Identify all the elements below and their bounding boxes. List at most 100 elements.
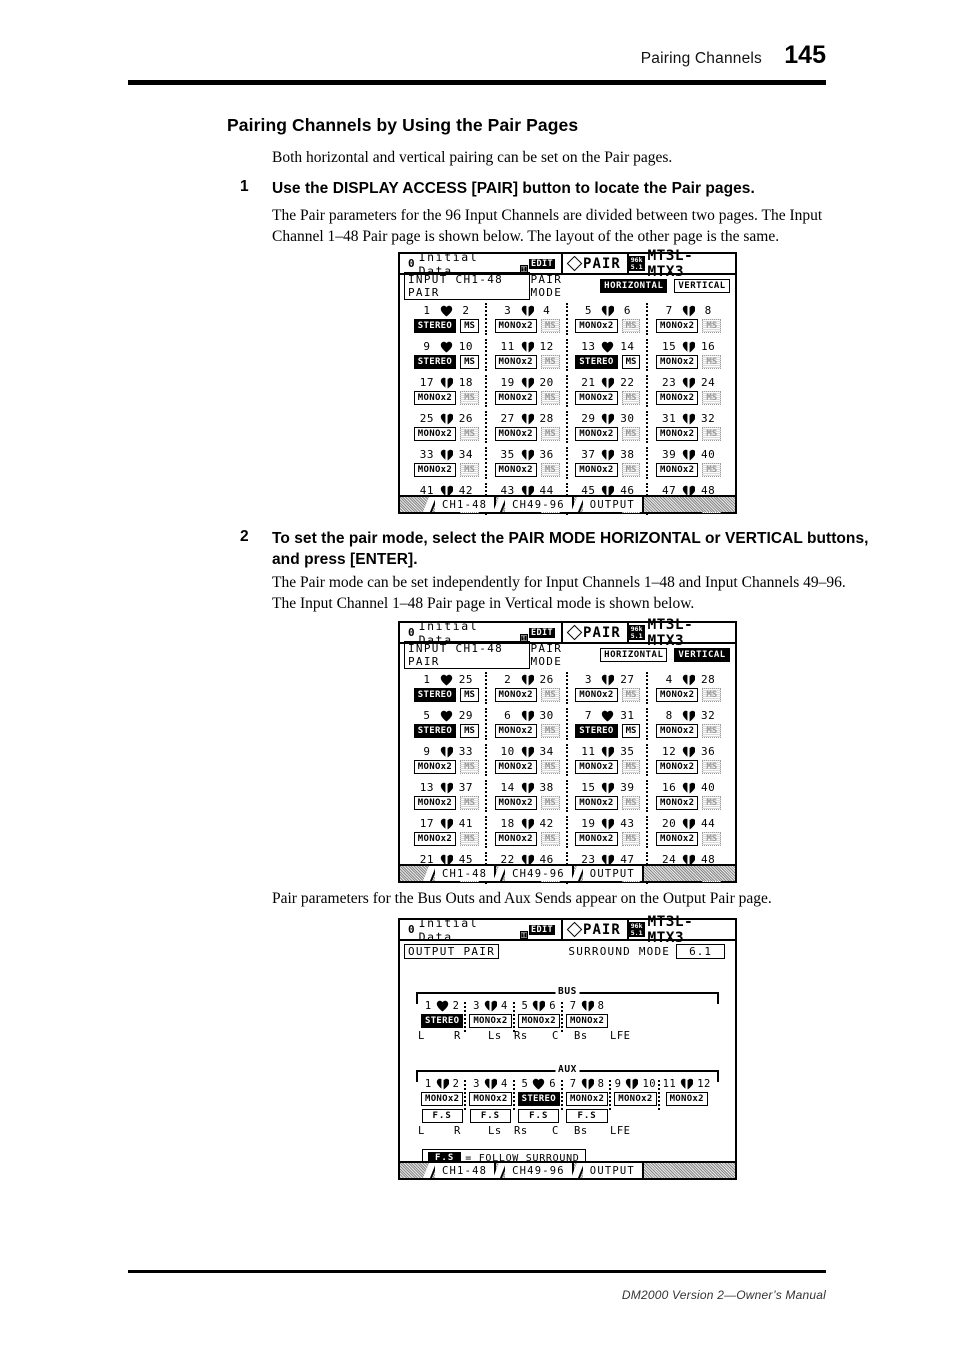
pair-mode-button[interactable]: STEREO: [413, 319, 457, 333]
ms-button[interactable]: MS: [702, 724, 722, 738]
ms-button[interactable]: MS: [621, 760, 641, 774]
ms-button[interactable]: MS: [621, 724, 641, 738]
output-pair-mode-button[interactable]: MONOx2: [565, 1014, 609, 1028]
ms-button[interactable]: MS: [460, 796, 479, 810]
pair-mode-button[interactable]: MONOx2: [575, 319, 618, 333]
ms-button[interactable]: MS: [702, 391, 722, 405]
tab-ch1-48[interactable]: CH1-48: [435, 866, 497, 881]
ms-button[interactable]: MS: [540, 760, 560, 774]
pair-mode-button[interactable]: MONOx2: [575, 427, 618, 441]
ms-button[interactable]: MS: [540, 427, 560, 441]
follow-surround-button[interactable]: F.S: [566, 1109, 608, 1123]
ms-button[interactable]: MS: [460, 355, 479, 369]
output-pair-mode-button[interactable]: MONOx2: [517, 1014, 560, 1028]
output-pair-mode-button[interactable]: MONOx2: [565, 1092, 609, 1106]
ms-button[interactable]: MS: [540, 724, 560, 738]
pair-mode-button[interactable]: MONOx2: [494, 724, 537, 738]
output-pair-mode-button[interactable]: STEREO: [421, 1014, 464, 1028]
ms-button[interactable]: MS: [540, 391, 560, 405]
pair-mode-horizontal-button[interactable]: HORIZONTAL: [600, 647, 668, 662]
pair-mode-button[interactable]: MONOx2: [413, 832, 457, 846]
ms-button[interactable]: MS: [702, 355, 722, 369]
ms-button[interactable]: MS: [702, 688, 722, 702]
pair-mode-button[interactable]: MONOx2: [656, 688, 699, 702]
output-pair-mode-button[interactable]: MONOx2: [614, 1092, 657, 1106]
ms-button[interactable]: MS: [621, 688, 641, 702]
pair-mode-button[interactable]: STEREO: [575, 724, 618, 738]
output-pair-mode-button[interactable]: MONOx2: [421, 1092, 464, 1106]
ms-button[interactable]: MS: [540, 796, 560, 810]
output-pair-mode-button[interactable]: STEREO: [517, 1092, 560, 1106]
ms-button[interactable]: MS: [460, 391, 479, 405]
pair-mode-button[interactable]: MONOx2: [494, 463, 537, 477]
pair-mode-button[interactable]: MONOx2: [575, 796, 618, 810]
ms-button[interactable]: MS: [460, 760, 479, 774]
ms-button[interactable]: MS: [702, 832, 722, 846]
pair-mode-button[interactable]: STEREO: [575, 355, 618, 369]
surround-mode-value[interactable]: 6.1: [676, 944, 725, 959]
ms-button[interactable]: MS: [621, 427, 641, 441]
scene-area[interactable]: 0 Initial Data ⚿ EDIT: [400, 916, 561, 944]
ms-button[interactable]: MS: [460, 832, 479, 846]
ms-button[interactable]: MS: [702, 463, 722, 477]
ms-button[interactable]: MS: [460, 688, 479, 702]
pair-mode-button[interactable]: MONOx2: [575, 463, 618, 477]
ms-button[interactable]: MS: [460, 724, 479, 738]
pair-mode-button[interactable]: MONOx2: [656, 796, 699, 810]
pair-mode-vertical-button[interactable]: VERTICAL: [674, 278, 730, 293]
tab-ch49-96[interactable]: CH49-96: [505, 497, 574, 512]
ms-button[interactable]: MS: [540, 832, 560, 846]
pair-mode-button[interactable]: MONOx2: [494, 832, 537, 846]
pair-mode-horizontal-button[interactable]: HORIZONTAL: [600, 278, 668, 293]
pair-mode-button[interactable]: MONOx2: [656, 355, 699, 369]
pair-mode-button[interactable]: MONOx2: [575, 760, 618, 774]
pair-mode-button[interactable]: STEREO: [413, 355, 457, 369]
ms-button[interactable]: MS: [540, 463, 560, 477]
tab-output[interactable]: OUTPUT: [582, 1163, 644, 1178]
pair-mode-button[interactable]: STEREO: [413, 724, 457, 738]
ms-button[interactable]: MS: [702, 796, 722, 810]
pair-mode-button[interactable]: MONOx2: [413, 427, 457, 441]
ms-button[interactable]: MS: [702, 319, 722, 333]
pair-mode-button[interactable]: MONOx2: [413, 760, 457, 774]
pair-mode-button[interactable]: MONOx2: [575, 688, 618, 702]
output-pair-mode-button[interactable]: MONOx2: [665, 1092, 708, 1106]
pair-mode-button[interactable]: MONOx2: [656, 760, 699, 774]
scene-area[interactable]: 0 Initial Data ⚿ EDIT: [400, 250, 561, 278]
ms-button[interactable]: MS: [621, 391, 641, 405]
scene-area[interactable]: 0 Initial Data ⚿ EDIT: [400, 619, 561, 647]
pair-mode-button[interactable]: MONOx2: [656, 724, 699, 738]
pair-mode-button[interactable]: MONOx2: [494, 427, 537, 441]
pair-mode-button[interactable]: MONOx2: [656, 391, 699, 405]
pair-mode-button[interactable]: MONOx2: [413, 391, 457, 405]
pair-mode-button[interactable]: MONOx2: [494, 355, 537, 369]
tab-ch49-96[interactable]: CH49-96: [505, 866, 574, 881]
ms-button[interactable]: MS: [460, 319, 479, 333]
ms-button[interactable]: MS: [540, 355, 560, 369]
pair-mode-button[interactable]: STEREO: [413, 688, 457, 702]
pair-mode-vertical-button[interactable]: VERTICAL: [674, 647, 730, 662]
ms-button[interactable]: MS: [702, 760, 722, 774]
pair-mode-button[interactable]: MONOx2: [413, 463, 457, 477]
tab-ch49-96[interactable]: CH49-96: [505, 1163, 574, 1178]
pair-mode-button[interactable]: MONOx2: [656, 319, 699, 333]
tab-ch1-48[interactable]: CH1-48: [435, 1163, 497, 1178]
pair-mode-button[interactable]: MONOx2: [494, 796, 537, 810]
ms-button[interactable]: MS: [460, 463, 479, 477]
ms-button[interactable]: MS: [621, 832, 641, 846]
pair-mode-button[interactable]: MONOx2: [575, 832, 618, 846]
ms-button[interactable]: MS: [621, 463, 641, 477]
ms-button[interactable]: MS: [621, 796, 641, 810]
pair-mode-button[interactable]: MONOx2: [494, 760, 537, 774]
pair-mode-button[interactable]: MONOx2: [413, 796, 457, 810]
pair-mode-button[interactable]: MONOx2: [656, 463, 699, 477]
ms-button[interactable]: MS: [621, 355, 641, 369]
output-pair-mode-button[interactable]: MONOx2: [469, 1092, 512, 1106]
pair-mode-button[interactable]: MONOx2: [575, 391, 618, 405]
follow-surround-button[interactable]: F.S: [469, 1109, 512, 1123]
pair-mode-button[interactable]: MONOx2: [494, 391, 537, 405]
tab-ch1-48[interactable]: CH1-48: [435, 497, 497, 512]
follow-surround-button[interactable]: F.S: [421, 1109, 463, 1123]
ms-button[interactable]: MS: [702, 427, 722, 441]
ms-button[interactable]: MS: [540, 319, 560, 333]
